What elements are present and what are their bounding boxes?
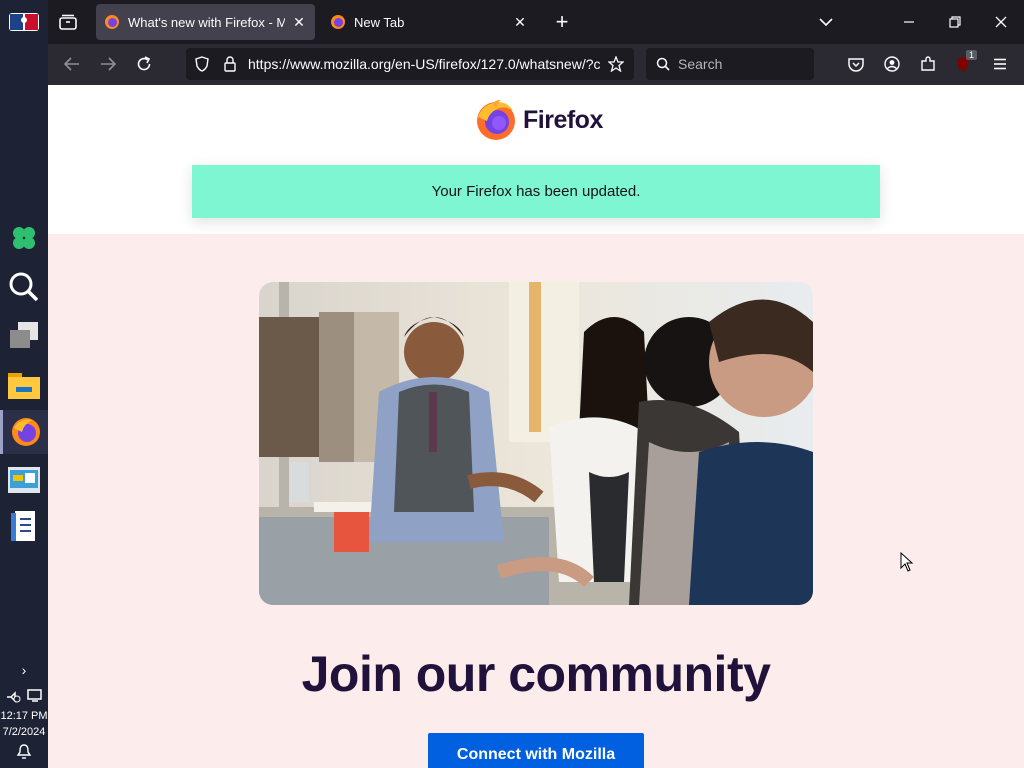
firefox-icon[interactable] xyxy=(0,410,48,454)
shield-icon[interactable] xyxy=(192,54,212,74)
tab-bar: What's new with Firefox - More ✕ New Tab… xyxy=(48,0,1024,44)
update-notification-banner: Your Firefox has been updated. xyxy=(192,165,880,218)
notification-bell-icon[interactable] xyxy=(14,742,34,762)
tab-title: New Tab xyxy=(354,14,405,30)
page-header: Firefox Your Firefox has been updated. xyxy=(48,85,1024,234)
url-text[interactable]: https://www.mozilla.org/en-US/firefox/12… xyxy=(248,56,600,72)
task-view-icon[interactable] xyxy=(0,313,48,357)
tab-new-tab[interactable]: New Tab ✕ xyxy=(322,4,536,40)
clock-date: 7/2/2024 xyxy=(2,726,46,738)
tab-title: What's new with Firefox - More xyxy=(128,14,285,30)
ublock-origin-icon[interactable]: 1 xyxy=(952,50,978,76)
magnifier-icon xyxy=(656,57,670,71)
extensions-puzzle-icon[interactable] xyxy=(916,52,940,76)
pocket-icon[interactable] xyxy=(844,52,868,76)
close-tab-icon[interactable]: ✕ xyxy=(291,14,307,31)
extension-badge: 1 xyxy=(966,50,978,60)
firefox-logo-icon xyxy=(477,99,515,140)
connect-with-mozilla-button[interactable]: Connect with Mozilla xyxy=(428,733,644,768)
firefox-logo[interactable]: Firefox xyxy=(475,99,603,141)
account-icon[interactable] xyxy=(880,52,904,76)
close-window-icon[interactable] xyxy=(986,10,1016,34)
search-icon[interactable] xyxy=(0,265,48,309)
nba-logo-icon[interactable] xyxy=(0,0,48,44)
back-arrow-icon[interactable] xyxy=(60,52,84,76)
banner-message: Your Firefox has been updated. xyxy=(431,183,641,200)
list-all-tabs-icon[interactable] xyxy=(814,10,838,34)
tab-whats-new[interactable]: What's new with Firefox - More ✕ xyxy=(96,4,315,40)
notepad-icon[interactable] xyxy=(0,505,48,549)
clover-app-icon[interactable] xyxy=(0,216,48,260)
firefox-favicon-icon xyxy=(331,15,345,29)
display-icon[interactable] xyxy=(26,686,44,704)
lock-icon[interactable] xyxy=(220,54,240,74)
file-explorer-icon[interactable] xyxy=(0,363,48,407)
control-panel-icon[interactable] xyxy=(0,458,48,502)
reload-icon[interactable] xyxy=(132,52,156,76)
web-content: Firefox Your Firefox has been updated. J… xyxy=(48,85,1024,768)
logo-wordmark: Firefox xyxy=(523,105,603,134)
chevron-right-icon[interactable]: › xyxy=(14,660,34,680)
minimize-icon[interactable] xyxy=(894,10,924,34)
hero-photo xyxy=(259,282,813,605)
clock-time: 12:17 PM xyxy=(0,710,48,722)
search-bar[interactable]: Search xyxy=(646,48,814,80)
address-bar[interactable]: https://www.mozilla.org/en-US/firefox/12… xyxy=(186,48,634,80)
navigation-toolbar: https://www.mozilla.org/en-US/firefox/12… xyxy=(48,44,1024,85)
hamburger-menu-icon[interactable] xyxy=(988,52,1012,76)
network-status-icon[interactable] xyxy=(4,686,22,704)
mouse-cursor-icon xyxy=(900,551,914,577)
community-heading: Join our community xyxy=(301,646,771,702)
search-input[interactable]: Search xyxy=(678,56,722,72)
forward-arrow-icon[interactable] xyxy=(96,52,120,76)
firefox-favicon-icon xyxy=(105,15,119,29)
firefox-view-icon[interactable] xyxy=(56,10,80,34)
taskbar: › 12:17 PM 7/2/2024 xyxy=(0,0,48,768)
taskbar-clock[interactable]: 12:17 PM 7/2/2024 xyxy=(0,708,48,740)
cta-label: Connect with Mozilla xyxy=(456,746,616,763)
close-tab-icon[interactable]: ✕ xyxy=(512,14,528,31)
new-tab-icon[interactable]: + xyxy=(550,9,574,34)
restore-icon[interactable] xyxy=(940,10,970,34)
bookmark-star-icon[interactable] xyxy=(606,54,626,74)
